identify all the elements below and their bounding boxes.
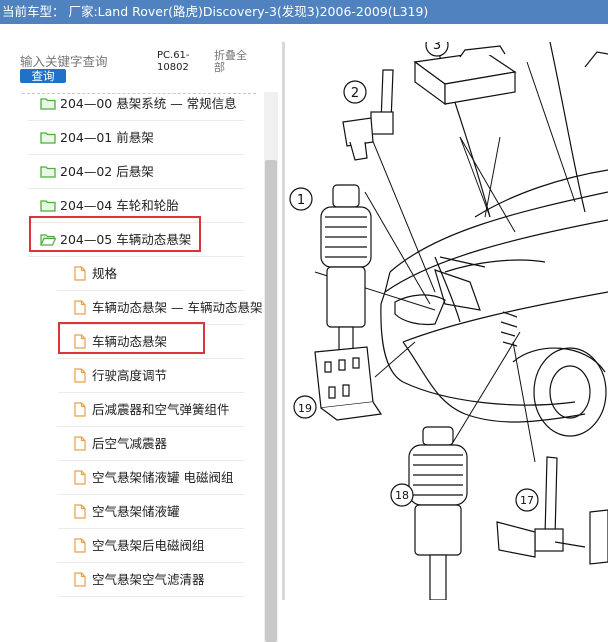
document-icon <box>74 368 86 383</box>
tree-folder-204-00[interactable]: 204—00 悬架系统 — 常规信息 <box>28 87 244 121</box>
callout-label: 2 <box>351 86 359 101</box>
callout-label: 3 <box>433 42 441 53</box>
tree-doc-item[interactable]: 后空气减震器 <box>58 427 244 461</box>
tree-doc-item[interactable]: 空气悬架后电磁阀组 <box>58 529 244 563</box>
suspension-diagram: 3 2 1 19 18 17 <box>289 42 608 600</box>
highlight-box <box>58 322 205 354</box>
folder-icon <box>40 95 56 110</box>
tree-doc-label: 车辆动态悬架 — 车辆动态悬架 <box>92 300 263 315</box>
document-icon <box>74 470 86 485</box>
document-icon <box>74 402 86 417</box>
search-button[interactable]: 查询 <box>20 69 66 83</box>
tree-scrollbar-thumb[interactable] <box>265 160 277 642</box>
callout-label: 18 <box>395 489 409 502</box>
search-input[interactable] <box>20 52 150 70</box>
tree-doc-label: 空气悬架后电磁阀组 <box>92 538 205 553</box>
tree-doc-label: 后减震器和空气弹簧组件 <box>92 402 230 417</box>
tree-doc-item[interactable]: 空气悬架储液罐 电磁阀组 <box>58 461 244 495</box>
tree-doc-item[interactable]: 行驶高度调节 <box>58 359 244 393</box>
document-icon <box>74 572 86 587</box>
tree-doc-item[interactable]: 后减震器和空气弹簧组件 <box>58 393 244 427</box>
left-panel: 查询 PC.61-10802 折叠全部 204—00 悬架系统 — 常规信息 2… <box>0 42 282 642</box>
folder-icon <box>40 129 56 144</box>
document-icon <box>74 436 86 451</box>
callout-label: 19 <box>298 402 312 415</box>
callout-label: 1 <box>297 193 305 208</box>
tree-folder-204-01[interactable]: 204—01 前悬架 <box>28 121 244 155</box>
tree-doc-label: 空气悬架储液罐 <box>92 504 180 519</box>
callout-label: 17 <box>520 494 534 507</box>
document-icon <box>74 300 86 315</box>
current-model-title: 当前车型： 厂家:Land Rover(路虎)Discovery-3(发现3)2… <box>2 4 429 19</box>
tree-doc-item[interactable]: 车辆动态悬架 — 车辆动态悬架 <box>58 291 262 325</box>
collapse-all-button[interactable]: 折叠全部 <box>214 50 256 74</box>
tree-doc-label: 后空气减震器 <box>92 436 168 451</box>
tree-folder-label: 204—00 悬架系统 — 常规信息 <box>60 96 237 111</box>
folder-icon <box>40 163 56 178</box>
tree-doc-item[interactable]: 规格 <box>58 257 244 291</box>
tree-doc-item[interactable]: 空气悬架空气滤清器 <box>58 563 244 597</box>
tree-doc-label: 行驶高度调节 <box>92 368 168 383</box>
diagram-panel: 3 2 1 19 18 17 <box>285 42 608 600</box>
tree-folder-204-02[interactable]: 204—02 后悬架 <box>28 155 244 189</box>
tree-doc-label: 空气悬架空气滤清器 <box>92 572 205 587</box>
tree-doc-item[interactable]: 空气悬架储液罐 <box>58 495 244 529</box>
document-icon <box>74 266 86 281</box>
tree-folder-label: 204—02 后悬架 <box>60 164 154 179</box>
toolbar-spacer <box>0 24 608 42</box>
tree-folder-label: 204—01 前悬架 <box>60 130 154 145</box>
tree-doc-label: 规格 <box>92 266 118 281</box>
highlight-box <box>29 216 201 252</box>
window-title-bar: 当前车型： 厂家:Land Rover(路虎)Discovery-3(发现3)2… <box>0 0 608 24</box>
tree-doc-label: 空气悬架储液罐 电磁阀组 <box>92 470 234 485</box>
document-icon <box>74 504 86 519</box>
document-icon <box>74 538 86 553</box>
pc-code-label: PC.61-10802 <box>157 50 190 73</box>
folder-icon <box>40 197 56 212</box>
